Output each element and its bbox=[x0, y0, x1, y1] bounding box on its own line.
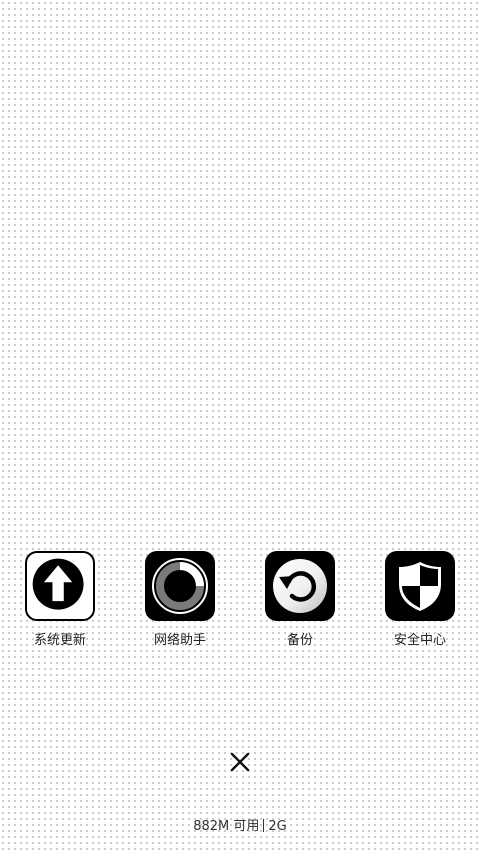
app-system-update[interactable]: 系统更新 bbox=[0, 551, 120, 661]
memory-status: 882M 可用 2G bbox=[0, 818, 480, 836]
app-label: 安全中心 bbox=[393, 633, 446, 648]
arrow-up-circle-icon bbox=[25, 551, 95, 621]
app-backup[interactable]: 备份 bbox=[240, 551, 360, 661]
app-network-assistant[interactable]: 网络助手 bbox=[120, 551, 240, 661]
ring-gauge-icon bbox=[145, 551, 215, 621]
app-label: 网络助手 bbox=[153, 633, 206, 648]
app-label: 系统更新 bbox=[33, 633, 86, 648]
restore-arrow-icon bbox=[265, 551, 335, 621]
recent-apps-row: 系统更新 网络助手 备份 安全中心 bbox=[0, 551, 480, 661]
memory-total: 2G bbox=[268, 819, 287, 834]
memory-available: 882M 可用 bbox=[193, 819, 260, 834]
app-security-center[interactable]: 安全中心 bbox=[360, 551, 480, 661]
close-x-icon bbox=[230, 752, 250, 772]
close-all-button[interactable] bbox=[223, 745, 257, 779]
shield-icon bbox=[385, 551, 455, 621]
memory-divider bbox=[263, 819, 265, 832]
app-label: 备份 bbox=[286, 633, 313, 648]
